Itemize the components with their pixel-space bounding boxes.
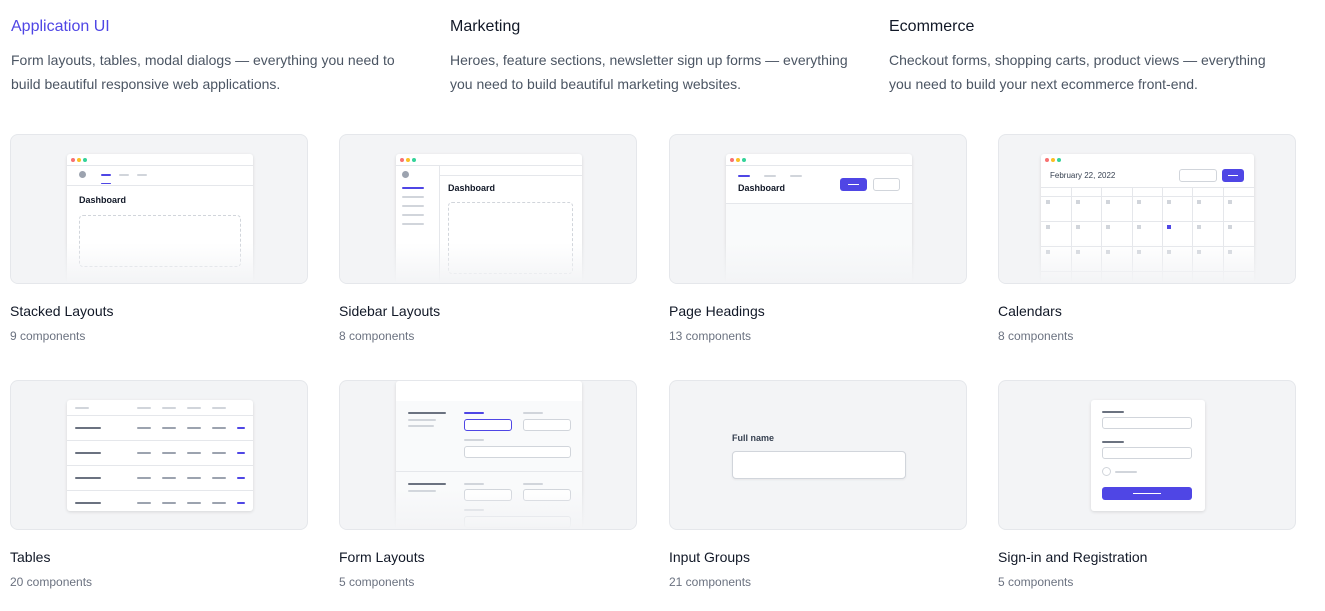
window-close-dot — [400, 158, 404, 162]
component-count: 20 components — [10, 575, 93, 589]
preview-heading: Dashboard — [738, 183, 786, 193]
avatar-icon — [402, 171, 409, 178]
preview-checkbox — [1102, 467, 1111, 476]
tables-preview[interactable] — [10, 380, 308, 530]
card-input-groups[interactable]: Full name Input Groups 21 components — [669, 380, 969, 590]
category-title-application-ui[interactable]: Application UI — [11, 17, 411, 37]
sidebar-layouts-preview[interactable]: Dashboard — [339, 134, 637, 284]
window-close-dot — [71, 158, 75, 162]
calendars-preview[interactable]: February 22, 2022 — [998, 134, 1296, 284]
window-minimize-dot — [736, 158, 740, 162]
category-application-ui: Application UI Form layouts, tables, mod… — [11, 17, 411, 96]
category-description-marketing: Heroes, feature sections, newsletter sig… — [450, 52, 848, 92]
component-count: 9 components — [10, 329, 86, 343]
card-title[interactable]: Form Layouts — [339, 548, 639, 566]
card-sign-in-registration[interactable]: Sign-in and Registration 5 components — [998, 380, 1298, 590]
card-title[interactable]: Sidebar Layouts — [339, 302, 639, 320]
window-minimize-dot — [77, 158, 81, 162]
preview-submit-button — [1102, 487, 1192, 500]
preview-window — [67, 400, 253, 511]
preview-heading: Dashboard — [79, 195, 127, 205]
preview-secondary-button — [873, 178, 900, 191]
preview-window — [1091, 400, 1205, 511]
window-close-dot — [1045, 158, 1049, 162]
stacked-layouts-preview[interactable]: Dashboard — [10, 134, 308, 284]
preview-input-label: Full name — [732, 433, 775, 443]
card-stacked-layouts[interactable]: Dashboard Stacked Layouts 9 components — [10, 134, 310, 344]
window-close-dot — [730, 158, 734, 162]
card-calendars[interactable]: February 22, 2022 Calendars 8 components — [998, 134, 1298, 344]
category-title-ecommerce[interactable]: Ecommerce — [889, 17, 1289, 37]
calendar-date-label: February 22, 2022 — [1050, 171, 1116, 180]
input-groups-preview[interactable]: Full name — [669, 380, 967, 530]
component-count: 5 components — [998, 575, 1074, 589]
window-maximize-dot — [1057, 158, 1061, 162]
preview-view-select — [1179, 169, 1217, 182]
form-layouts-preview[interactable] — [339, 380, 637, 530]
component-count: 8 components — [339, 329, 415, 343]
card-title[interactable]: Stacked Layouts — [10, 302, 310, 320]
card-form-layouts[interactable]: Form Layouts 5 components — [339, 380, 639, 590]
card-title[interactable]: Calendars — [998, 302, 1298, 320]
category-description-application-ui: Form layouts, tables, modal dialogs — ev… — [11, 52, 395, 92]
preview-focused-input — [464, 419, 512, 431]
card-title[interactable]: Sign-in and Registration — [998, 548, 1298, 566]
component-count: 8 components — [998, 329, 1074, 343]
sign-in-registration-preview[interactable] — [998, 380, 1296, 530]
window-minimize-dot — [1051, 158, 1055, 162]
window-minimize-dot — [406, 158, 410, 162]
component-count: 5 components — [339, 575, 415, 589]
card-title[interactable]: Page Headings — [669, 302, 969, 320]
preview-text-input — [732, 451, 906, 479]
preview-primary-button — [840, 178, 867, 191]
card-page-headings[interactable]: Dashboard Page Headings 13 components — [669, 134, 969, 344]
window-maximize-dot — [412, 158, 416, 162]
component-count: 13 components — [669, 329, 752, 343]
category-ecommerce: Ecommerce Checkout forms, shopping carts… — [889, 17, 1289, 96]
preview-add-button — [1222, 169, 1244, 182]
card-sidebar-layouts[interactable]: Dashboard Sidebar Layouts 8 components — [339, 134, 639, 344]
selected-day-marker — [1167, 225, 1171, 229]
category-description-ecommerce: Checkout forms, shopping carts, product … — [889, 52, 1266, 92]
avatar-icon — [79, 171, 86, 178]
window-maximize-dot — [742, 158, 746, 162]
window-maximize-dot — [83, 158, 87, 162]
component-count: 21 components — [669, 575, 752, 589]
category-title-marketing[interactable]: Marketing — [450, 17, 850, 37]
category-marketing: Marketing Heroes, feature sections, news… — [450, 17, 850, 96]
card-title[interactable]: Input Groups — [669, 548, 969, 566]
card-tables[interactable]: Tables 20 components — [10, 380, 310, 590]
preview-heading: Dashboard — [448, 183, 496, 193]
card-title[interactable]: Tables — [10, 548, 310, 566]
page-headings-preview[interactable]: Dashboard — [669, 134, 967, 284]
